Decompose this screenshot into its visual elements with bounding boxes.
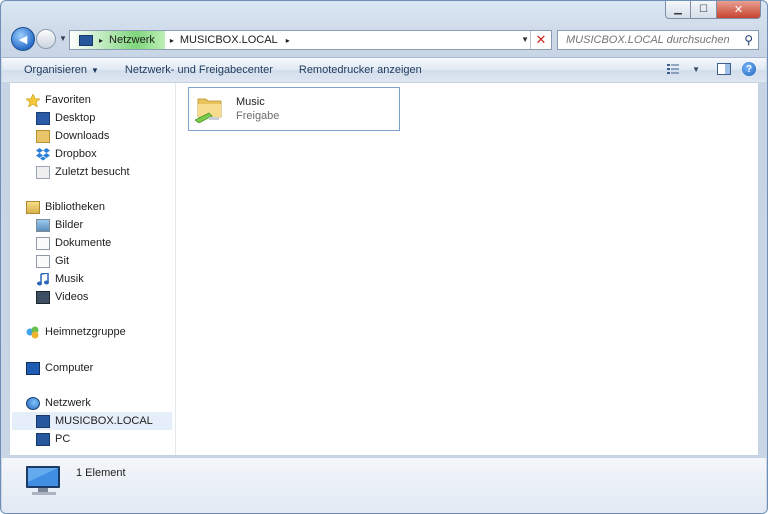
remote-printers-button[interactable]: Remotedrucker anzeigen	[285, 58, 434, 82]
breadcrumb-chevron-icon[interactable]: ▸	[286, 36, 290, 45]
forward-button[interactable]	[36, 29, 56, 49]
sidebar-item-pc[interactable]: PC	[36, 430, 70, 448]
list-item[interactable]: Music Freigabe	[188, 87, 400, 131]
homegroup-icon	[26, 326, 40, 339]
libraries-icon	[26, 200, 40, 214]
back-button[interactable]: ◄	[11, 27, 35, 51]
sidebar-item-label: Dropbox	[55, 148, 97, 160]
sidebar-item-musicbox[interactable]: MUSICBOX.LOCAL	[12, 412, 172, 430]
main-area: Favoriten Desktop Downloads Dropbox Zule…	[9, 82, 759, 456]
sidebar-item-label: Computer	[45, 362, 94, 374]
sidebar-item-homegroup[interactable]: Heimnetzgruppe	[26, 323, 126, 341]
sidebar-item-label: MUSICBOX.LOCAL	[55, 415, 153, 427]
downloads-icon	[36, 129, 50, 143]
sidebar-item-label: Bibliotheken	[45, 201, 105, 213]
recent-pages-dropdown-icon[interactable]: ▼	[59, 34, 67, 43]
chevron-down-icon: ▼	[90, 65, 99, 75]
breadcrumb-label: Netzwerk	[109, 34, 155, 46]
address-bar[interactable]: ▸ Netzwerk ▸ MUSICBOX.LOCAL ▸ ▼ ✕	[69, 30, 552, 50]
remote-printers-label: Remotedrucker anzeigen	[298, 64, 422, 76]
sidebar-item-label: Dokumente	[55, 237, 112, 249]
network-icon	[79, 34, 93, 46]
sidebar-item-music[interactable]: Musik	[36, 270, 84, 288]
git-library-icon	[36, 254, 50, 268]
network-computer-icon	[36, 432, 50, 446]
item-name: Music	[236, 96, 265, 108]
command-bar: Organisieren ▼ Netzwerk- und Freigabecen…	[2, 57, 766, 82]
clear-address-icon[interactable]: ✕	[530, 31, 551, 49]
sidebar-item-downloads[interactable]: Downloads	[36, 127, 109, 145]
star-icon	[25, 92, 41, 108]
sidebar-item-recent[interactable]: Zuletzt besucht	[36, 163, 130, 181]
sidebar-item-label: PC	[55, 433, 71, 445]
explorer-window: ▁ ☐ ✕ ◄ ▼ ▸ Netzwerk ▸ MUSICBOX.LOCAL ▸ …	[0, 0, 768, 514]
sidebar-item-videos[interactable]: Videos	[36, 288, 88, 306]
preview-pane-icon[interactable]	[716, 61, 732, 77]
sidebar-item-label: Videos	[55, 291, 89, 303]
sidebar-item-libraries[interactable]: Bibliotheken	[26, 198, 105, 216]
dropbox-icon	[36, 147, 50, 161]
change-view-icon[interactable]	[666, 61, 682, 77]
item-count: 1 Element	[76, 467, 126, 479]
sidebar-item-git[interactable]: Git	[36, 252, 69, 270]
view-controls: ▼ ?	[666, 61, 756, 77]
details-pane: 1 Element	[2, 457, 766, 513]
organize-label: Organisieren	[24, 64, 87, 76]
navigation-pane: Favoriten Desktop Downloads Dropbox Zule…	[10, 83, 176, 455]
close-button[interactable]: ✕	[717, 1, 761, 19]
sidebar-item-label: Git	[55, 255, 70, 267]
file-list: Music Freigabe	[176, 83, 758, 455]
search-icon[interactable]: ⚲	[744, 33, 753, 47]
computer-icon	[26, 466, 60, 495]
sidebar-item-documents[interactable]: Dokumente	[36, 234, 111, 252]
search-input[interactable]	[564, 33, 738, 47]
sidebar-item-desktop[interactable]: Desktop	[36, 109, 95, 127]
breadcrumb-label[interactable]: MUSICBOX.LOCAL	[180, 34, 278, 46]
sidebar-item-pictures[interactable]: Bilder	[36, 216, 83, 234]
address-dropdown-icon[interactable]: ▼	[521, 35, 529, 44]
documents-icon	[36, 236, 50, 250]
computer-icon	[26, 361, 40, 375]
sidebar-item-computer[interactable]: Computer	[26, 359, 93, 377]
minimize-button[interactable]: ▁	[665, 1, 691, 19]
sidebar-item-label: Musik	[55, 273, 84, 285]
sidebar-item-label: Downloads	[55, 130, 110, 142]
sidebar-item-favorites[interactable]: Favoriten	[25, 91, 91, 109]
back-arrow-icon: ◄	[16, 31, 30, 47]
breadcrumb-network[interactable]: ▸ Netzwerk	[70, 31, 165, 49]
network-computer-icon	[36, 414, 50, 428]
sidebar-item-label: Favoriten	[45, 94, 91, 106]
item-type: Freigabe	[236, 110, 280, 122]
network-globe-icon	[26, 396, 40, 410]
search-box[interactable]: ⚲	[557, 30, 759, 50]
maximize-button[interactable]: ☐	[691, 1, 717, 19]
sidebar-item-label: Bilder	[55, 219, 84, 231]
recent-places-icon	[36, 165, 50, 179]
window-controls: ▁ ☐ ✕	[665, 1, 761, 19]
view-options-chevron-icon[interactable]: ▼	[692, 65, 700, 74]
sidebar-item-label: Zuletzt besucht	[55, 166, 130, 178]
music-icon	[36, 271, 50, 286]
network-center-button[interactable]: Netzwerk- und Freigabecenter	[111, 58, 285, 82]
breadcrumb-chevron-icon[interactable]: ▸	[99, 36, 103, 45]
pictures-icon	[36, 218, 50, 232]
videos-icon	[36, 290, 50, 304]
help-icon[interactable]: ?	[742, 62, 756, 76]
navigation-bar: ◄ ▼ ▸ Netzwerk ▸ MUSICBOX.LOCAL ▸ ▼ ✕ ⚲	[9, 27, 759, 53]
network-center-label: Netzwerk- und Freigabecenter	[124, 64, 273, 76]
sidebar-item-label: Heimnetzgruppe	[45, 326, 126, 338]
sidebar-item-label: Netzwerk	[45, 397, 91, 409]
breadcrumb-chevron-icon[interactable]: ▸	[170, 36, 174, 45]
organize-button[interactable]: Organisieren ▼	[2, 58, 111, 82]
sidebar-item-network[interactable]: Netzwerk	[26, 394, 91, 412]
desktop-icon	[36, 111, 50, 125]
shared-folder-icon	[195, 98, 222, 123]
sidebar-item-label: Desktop	[55, 112, 96, 124]
sidebar-item-dropbox[interactable]: Dropbox	[36, 145, 97, 163]
breadcrumb-separator[interactable]: ▸ MUSICBOX.LOCAL ▸	[165, 31, 301, 49]
